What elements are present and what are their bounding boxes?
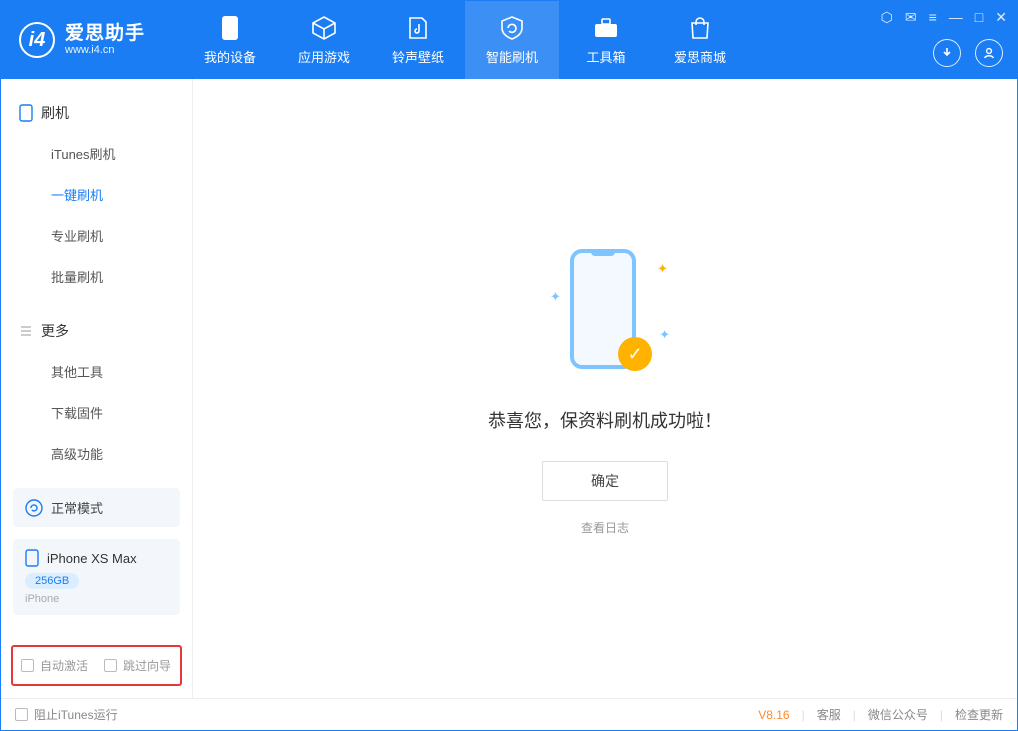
success-illustration: ✦ ✦ ✦ ✓ [540,241,670,381]
device-card[interactable]: iPhone XS Max 256GB iPhone [13,539,180,615]
checkbox-icon [21,659,34,672]
app-name: 爱思助手 [65,24,145,45]
nav-apps-games[interactable]: 应用游戏 [277,1,371,79]
sidebar-header-more: 更多 [1,315,192,351]
sidebar-item-advanced[interactable]: 高级功能 [1,433,192,474]
wechat-link[interactable]: 微信公众号 [868,706,928,723]
sidebar-header-flash: 刷机 [1,97,192,133]
mode-status[interactable]: 正常模式 [13,488,180,527]
nav-ring-wallpaper[interactable]: 铃声壁纸 [371,1,465,79]
device-type-label: iPhone [25,593,168,605]
device-name-label: iPhone XS Max [47,551,137,566]
checkbox-auto-activate[interactable]: 自动激活 [21,657,88,674]
phone-small-icon [25,549,39,567]
success-message: 恭喜您，保资料刷机成功啦！ [488,407,722,433]
checkbox-icon [15,708,28,721]
app-logo: i4 爱思助手 www.i4.cn [1,22,163,58]
feedback-icon[interactable]: ✉ [905,9,917,26]
support-link[interactable]: 客服 [817,706,841,723]
shirt-icon[interactable]: ⬡ [881,9,893,26]
checkbox-skip-guide[interactable]: 跳过向导 [104,657,171,674]
status-bar: 阻止iTunes运行 V8.16 | 客服 | 微信公众号 | 检查更新 [1,698,1017,730]
checkmark-badge-icon: ✓ [618,337,652,371]
minimize-icon[interactable]: — [949,9,963,26]
checkbox-block-itunes[interactable]: 阻止iTunes运行 [15,706,118,723]
window-controls: ⬡ ✉ ≡ — □ ✕ [881,9,1007,26]
toolbox-icon [593,15,619,41]
top-nav: 我的设备 应用游戏 铃声壁纸 智能刷机 工具箱 爱思商城 [183,1,747,79]
menu-icon[interactable]: ≡ [929,9,937,26]
sidebar-item-one-click-flash[interactable]: 一键刷机 [1,174,192,215]
view-log-link[interactable]: 查看日志 [581,519,629,536]
title-bar: i4 爱思助手 www.i4.cn 我的设备 应用游戏 铃声壁纸 智能刷机 [1,1,1017,79]
user-button[interactable] [975,39,1003,67]
device-icon [19,104,33,122]
music-file-icon [405,15,431,41]
version-label: V8.16 [758,708,789,722]
device-storage-badge: 256GB [25,573,79,589]
bag-icon [687,15,713,41]
cube-icon [311,15,337,41]
sync-icon [25,499,43,517]
check-update-link[interactable]: 检查更新 [955,706,1003,723]
nav-smart-flash[interactable]: 智能刷机 [465,1,559,79]
logo-icon: i4 [19,22,55,58]
sidebar: 刷机 iTunes刷机 一键刷机 专业刷机 批量刷机 更多 其他工具 下载固件 … [1,79,193,698]
options-highlight-box: 自动激活 跳过向导 [11,645,182,686]
checkbox-icon [104,659,117,672]
user-icon [982,46,996,60]
ok-button[interactable]: 确定 [542,461,668,501]
maximize-icon[interactable]: □ [975,9,983,26]
nav-store[interactable]: 爱思商城 [653,1,747,79]
nav-my-device[interactable]: 我的设备 [183,1,277,79]
sidebar-item-pro-flash[interactable]: 专业刷机 [1,215,192,256]
download-button[interactable] [933,39,961,67]
sidebar-item-itunes-flash[interactable]: iTunes刷机 [1,133,192,174]
app-url: www.i4.cn [65,44,145,56]
sidebar-item-batch-flash[interactable]: 批量刷机 [1,256,192,297]
sidebar-item-other-tools[interactable]: 其他工具 [1,351,192,392]
close-icon[interactable]: ✕ [995,9,1007,26]
sparkle-icon: ✦ [550,289,561,305]
shield-sync-icon [499,15,525,41]
sparkle-icon: ✦ [657,261,668,277]
list-icon [19,324,33,338]
sparkle-icon: ✦ [659,327,670,343]
main-content: ✦ ✦ ✦ ✓ 恭喜您，保资料刷机成功啦！ 确定 查看日志 [193,79,1017,698]
phone-icon [217,15,243,41]
nav-toolbox[interactable]: 工具箱 [559,1,653,79]
download-icon [940,46,954,60]
sidebar-item-download-fw[interactable]: 下载固件 [1,392,192,433]
